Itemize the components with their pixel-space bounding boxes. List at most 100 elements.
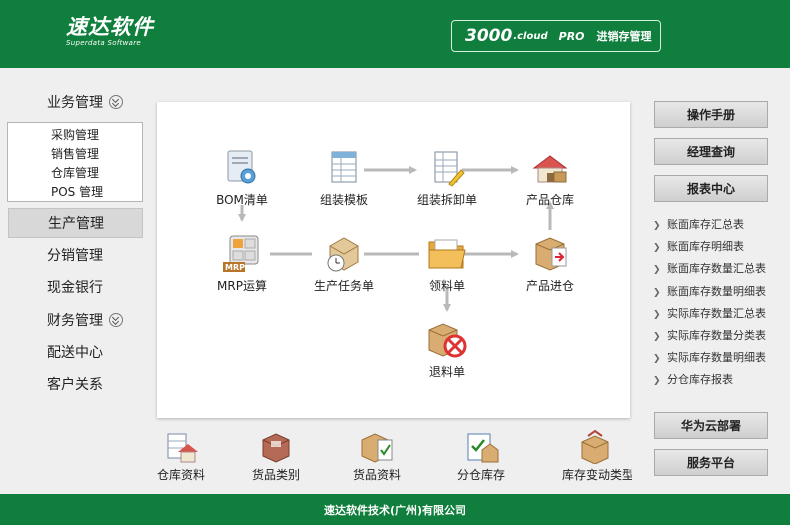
- flow-label-production-task: 生产任务单: [313, 279, 374, 293]
- product-version: 3000: [465, 26, 513, 46]
- quick-goods-info[interactable]: 货品资料: [337, 430, 417, 483]
- report-item-label: 账面库存汇总表: [667, 218, 744, 231]
- manager-query-button[interactable]: 经理查询: [654, 138, 768, 165]
- chevron-right-icon: ❯: [653, 265, 661, 276]
- return-box-icon: [428, 323, 467, 358]
- quick-label-stock-change-type: 库存变动类型: [562, 468, 632, 482]
- flow-node-bom[interactable]: BOM清单: [197, 148, 287, 208]
- nav-delivery-center[interactable]: 配送中心: [8, 337, 143, 367]
- nav-distribution-management[interactable]: 分销管理: [8, 240, 143, 270]
- warehouse-icon: [532, 155, 568, 183]
- report-item-label: 账面库存数量汇总表: [667, 262, 766, 276]
- production-flow-panel: BOM清单 组装模板 组装拆卸单 产品仓库 MRP MRP运算 生产任务单 领料…: [157, 102, 630, 418]
- report-item[interactable]: ❯ 账面库存明细表: [653, 236, 788, 258]
- flow-label-assembly-template: 组装模板: [319, 193, 368, 207]
- nav-production-management[interactable]: 生产管理: [8, 208, 143, 238]
- bom-icon: [227, 150, 256, 184]
- quick-stock-change-type[interactable]: 库存变动类型: [558, 430, 632, 483]
- production-task-icon: [327, 237, 359, 272]
- nav-customer-relations[interactable]: 客户关系: [8, 369, 143, 399]
- branch-stock-icon: [467, 433, 499, 463]
- warehouse-info-icon: [167, 433, 198, 463]
- chevron-right-icon: ❯: [653, 309, 661, 320]
- flow-node-product-inbound[interactable]: 产品进仓: [505, 232, 595, 294]
- report-item[interactable]: ❯ 实际库存数量明细表: [653, 347, 788, 369]
- stock-change-icon: [581, 430, 609, 464]
- report-item-label: 实际库存数量汇总表: [667, 306, 766, 320]
- flow-label-mrp: MRP运算: [217, 279, 267, 293]
- chevron-right-icon: ❯: [653, 243, 661, 254]
- footer-company: 速达软件技术(广州)有限公司: [323, 503, 467, 517]
- chevron-down-icon[interactable]: [109, 95, 123, 109]
- quick-label-warehouse-info: 仓库资料: [156, 468, 205, 482]
- flow-label-material-return: 退料单: [428, 365, 465, 379]
- inbound-box-icon: [535, 237, 567, 271]
- manual-button[interactable]: 操作手册: [654, 101, 768, 128]
- product-name: 进销存管理: [596, 30, 652, 43]
- flow-label-product-inbound: 产品进仓: [525, 279, 574, 293]
- report-center-button[interactable]: 报表中心: [654, 175, 768, 202]
- quick-warehouse-info[interactable]: 仓库资料: [141, 430, 221, 483]
- product-edition: PRO: [558, 29, 585, 43]
- huawei-cloud-button[interactable]: 华为云部署: [654, 412, 768, 439]
- report-item-label: 账面库存明细表: [667, 240, 744, 254]
- flow-node-assembly-template[interactable]: 组装模板: [299, 148, 389, 208]
- service-platform-button[interactable]: 服务平台: [654, 449, 768, 476]
- flow-node-mrp[interactable]: MRP MRP运算: [197, 232, 287, 294]
- submenu-item-sales[interactable]: 销售管理: [8, 145, 142, 164]
- nav-finance-label: 财务管理: [47, 313, 103, 329]
- report-item-label: 分仓库存报表: [667, 373, 733, 387]
- quick-label-goods-info: 货品资料: [352, 468, 401, 482]
- quick-label-goods-category: 货品类别: [251, 468, 300, 482]
- flow-label-product-warehouse: 产品仓库: [525, 193, 574, 207]
- flow-label-assembly-order: 组装拆卸单: [416, 193, 477, 207]
- chevron-right-icon: ❯: [653, 354, 661, 365]
- flow-node-production-task[interactable]: 生产任务单: [299, 232, 389, 294]
- report-item[interactable]: ❯ 实际库存数量汇总表: [653, 303, 788, 325]
- nav-cash-bank[interactable]: 现金银行: [8, 272, 143, 302]
- submenu-item-pos[interactable]: POS 管理: [8, 183, 142, 202]
- nav-business-label: 业务管理: [47, 95, 103, 111]
- flow-node-product-warehouse[interactable]: 产品仓库: [505, 148, 595, 208]
- business-submenu: 采购管理 销售管理 仓库管理 POS 管理: [7, 122, 143, 202]
- company-logo: 速达软件 Superdata Software: [66, 16, 154, 47]
- product-badge: 3000 .cloud PRO 进销存管理: [451, 20, 661, 52]
- flow-node-material-return[interactable]: 退料单: [402, 318, 492, 380]
- nav-production-label: 生产管理: [48, 216, 104, 232]
- chevron-down-icon[interactable]: [109, 313, 123, 327]
- logo-sub-text: Superdata Software: [66, 39, 142, 47]
- nav-customer-label: 客户关系: [47, 377, 103, 393]
- quick-label-branch-stock: 分仓库存: [456, 468, 505, 482]
- folder-icon: [428, 239, 466, 269]
- flow-node-assembly-order[interactable]: 组装拆卸单: [402, 148, 492, 208]
- report-item-label: 实际库存数量明细表: [667, 351, 766, 365]
- svg-text:MRP: MRP: [225, 263, 245, 272]
- flow-node-material-requisition[interactable]: 领料单: [402, 232, 492, 294]
- calculator-icon: MRP: [223, 235, 259, 272]
- report-item[interactable]: ❯ 账面库存数量明细表: [653, 281, 788, 303]
- spreadsheet-icon: [331, 151, 357, 183]
- report-item[interactable]: ❯ 实际库存数量分类表: [653, 325, 788, 347]
- chevron-right-icon: ❯: [653, 287, 661, 298]
- submenu-item-purchase[interactable]: 采购管理: [8, 126, 142, 145]
- nav-cash-bank-label: 现金银行: [47, 280, 103, 296]
- logo-main-text: 速达软件: [66, 15, 154, 39]
- flow-label-bom: BOM清单: [216, 193, 268, 207]
- goods-category-icon: [262, 433, 290, 463]
- nav-finance-management[interactable]: 财务管理: [8, 305, 143, 335]
- goods-info-icon: [361, 433, 393, 463]
- quick-branch-stock[interactable]: 分仓库存: [441, 430, 521, 483]
- nav-distribution-label: 分销管理: [47, 248, 103, 264]
- submenu-item-warehouse[interactable]: 仓库管理: [8, 164, 142, 183]
- flow-label-material-requisition: 领料单: [428, 279, 465, 293]
- assembly-order-icon: [434, 151, 465, 187]
- report-item-label: 实际库存数量分类表: [667, 328, 766, 342]
- quick-goods-category[interactable]: 货品类别: [236, 430, 316, 483]
- chevron-right-icon: ❯: [653, 221, 661, 231]
- report-item[interactable]: ❯ 分仓库存报表: [653, 369, 788, 391]
- nav-delivery-label: 配送中心: [47, 345, 103, 361]
- report-item-label: 账面库存数量明细表: [667, 284, 766, 298]
- report-item[interactable]: ❯ 账面库存数量汇总表: [653, 258, 788, 280]
- report-item[interactable]: ❯ 账面库存汇总表: [653, 214, 788, 236]
- nav-business-management[interactable]: 业务管理: [8, 87, 143, 117]
